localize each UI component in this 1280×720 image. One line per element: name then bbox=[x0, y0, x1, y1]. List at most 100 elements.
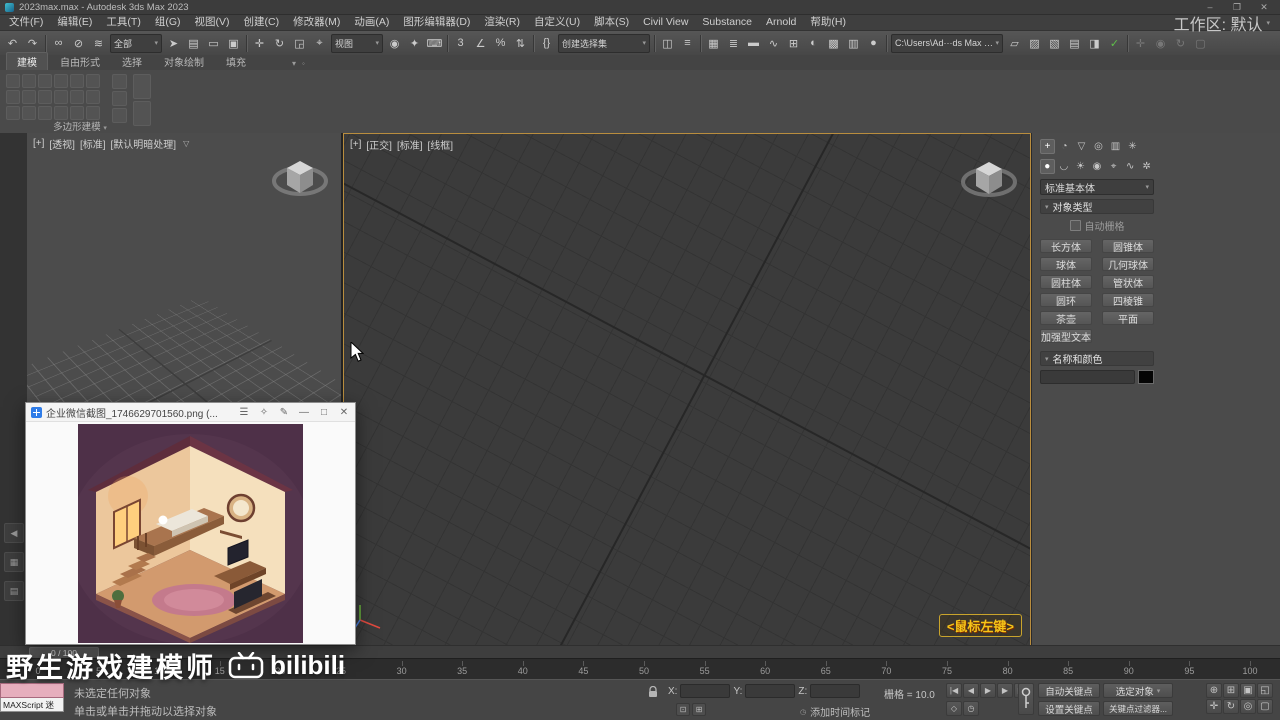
close-icon[interactable]: ✕ bbox=[338, 407, 350, 418]
tube-button[interactable]: 管状体 bbox=[1102, 275, 1154, 290]
layer-explorer-icon[interactable]: ▤ bbox=[1065, 34, 1084, 53]
named-selection-sets-dropdown[interactable]: 创建选择集 ▾ bbox=[558, 33, 650, 53]
mirror-icon[interactable]: ◫ bbox=[658, 34, 677, 53]
curve-editor-icon[interactable]: ∿ bbox=[764, 34, 783, 53]
autogrid-row[interactable]: 自动栅格 bbox=[1040, 218, 1154, 233]
motion-tab-icon[interactable]: ◎ bbox=[1091, 139, 1106, 154]
viewport-filter-icon[interactable]: ▽ bbox=[183, 139, 189, 148]
snapshot-icon[interactable]: ◨ bbox=[1085, 34, 1104, 53]
undo-icon[interactable]: ↶ bbox=[3, 34, 22, 53]
absolute-mode-toggle-icon[interactable]: ⊡ bbox=[676, 703, 690, 716]
ribbon-tab-modeling[interactable]: 建模 bbox=[6, 52, 48, 70]
menu-views[interactable]: 视图(V) bbox=[188, 15, 237, 30]
plane-button[interactable]: 平面 bbox=[1102, 311, 1154, 326]
asset-tracking-icon[interactable]: ▨ bbox=[1025, 34, 1044, 53]
x-coordinate-field[interactable] bbox=[680, 684, 731, 698]
object-type-rollout-header[interactable]: ▾ 对象类型 bbox=[1040, 199, 1154, 214]
key-filters-button[interactable]: 关键点过滤器... bbox=[1103, 701, 1173, 716]
zoom-icon[interactable]: ⊕ bbox=[1206, 683, 1222, 698]
menu-civil-view[interactable]: Civil View bbox=[636, 15, 695, 30]
select-and-rotate-icon[interactable]: ↻ bbox=[270, 34, 289, 53]
primitive-category-dropdown[interactable]: 标准基本体 ▾ bbox=[1040, 179, 1154, 195]
menu-substance[interactable]: Substance bbox=[695, 15, 759, 30]
cameras-category-icon[interactable]: ◉ bbox=[1090, 159, 1105, 174]
snaps-toggle-icon[interactable]: 3 bbox=[451, 34, 470, 53]
selected-filter-dropdown[interactable]: 选定对象 ▾ bbox=[1103, 683, 1173, 698]
left-viewport-general-menu[interactable]: [+] bbox=[33, 138, 44, 149]
maximize-icon[interactable]: □ bbox=[318, 407, 330, 418]
y-coordinate-field[interactable] bbox=[745, 684, 796, 698]
time-configuration-icon[interactable]: ◷ bbox=[963, 701, 979, 716]
viewport-tabs-arrow-icon[interactable]: ◀ bbox=[4, 523, 24, 543]
menu-arnold[interactable]: Arnold bbox=[759, 15, 803, 30]
minimize-icon[interactable]: — bbox=[298, 407, 310, 418]
ribbon-config-icon[interactable]: ◦ bbox=[302, 59, 305, 68]
main-viewport-general-menu[interactable]: [+] bbox=[350, 139, 361, 150]
select-object-icon[interactable]: ➤ bbox=[164, 34, 183, 53]
orthographic-viewport[interactable]: [+] [正交] [标准] [线框] <鼠标左键> bbox=[343, 133, 1031, 646]
ribbon-tab-object-paint[interactable]: 对象绘制 bbox=[154, 53, 214, 70]
systems-category-icon[interactable]: ✲ bbox=[1139, 159, 1154, 174]
menu-edit[interactable]: 编辑(E) bbox=[50, 15, 99, 30]
rendered-frame-window-icon[interactable]: ▥ bbox=[844, 34, 863, 53]
select-and-scale-icon[interactable]: ◲ bbox=[290, 34, 309, 53]
select-and-link-icon[interactable]: ∞ bbox=[49, 34, 68, 53]
zoom-extents-icon[interactable]: ▣ bbox=[1240, 683, 1256, 698]
maximize-viewport-toggle-icon[interactable]: ▢ bbox=[1257, 699, 1273, 714]
offset-mode-toggle-icon[interactable]: ⊞ bbox=[692, 703, 706, 716]
selection-lock-toggle[interactable] bbox=[645, 685, 661, 699]
color-swatch[interactable] bbox=[1138, 370, 1154, 384]
open-project-folder-icon[interactable]: ▱ bbox=[1005, 34, 1024, 53]
key-mode-toggle-icon[interactable]: ◇ bbox=[946, 701, 962, 716]
edit-icon[interactable]: ✎ bbox=[278, 407, 290, 418]
pan-view-icon[interactable]: ✛ bbox=[1206, 699, 1222, 714]
main-viewport-shading-menu[interactable]: [线框] bbox=[428, 137, 454, 152]
zoom-all-icon[interactable]: ⊞ bbox=[1223, 683, 1239, 698]
window-crossing-toggle-icon[interactable]: ▣ bbox=[224, 34, 243, 53]
menu-tools[interactable]: 工具(T) bbox=[99, 15, 147, 30]
ribbon-tab-freeform[interactable]: 自由形式 bbox=[50, 53, 110, 70]
image-viewer-titlebar[interactable]: 企业微信截图_1746629701560.png (... ☰ ✧ ✎ — □ ✕ bbox=[26, 403, 355, 422]
menu-scripting[interactable]: 脚本(S) bbox=[587, 15, 636, 30]
set-keys-button[interactable] bbox=[1018, 683, 1034, 715]
menu-help[interactable]: 帮助(H) bbox=[803, 15, 853, 30]
unlink-selection-icon[interactable]: ⊘ bbox=[69, 34, 88, 53]
percent-snap-icon[interactable]: % bbox=[491, 34, 510, 53]
main-viewport-quality-menu[interactable]: [标准] bbox=[397, 137, 423, 152]
menu-rendering[interactable]: 渲染(R) bbox=[477, 15, 527, 30]
ribbon-tab-populate[interactable]: 填充 bbox=[216, 53, 256, 70]
select-by-name-icon[interactable]: ▤ bbox=[184, 34, 203, 53]
status-check-icon[interactable]: ✓ bbox=[1105, 34, 1124, 53]
edit-named-selection-sets-icon[interactable]: {} bbox=[537, 34, 556, 53]
lights-category-icon[interactable]: ☀ bbox=[1073, 159, 1088, 174]
main-viewport-pov-menu[interactable]: [正交] bbox=[366, 137, 392, 152]
zoom-extents-all-icon[interactable]: ◱ bbox=[1257, 683, 1273, 698]
helpers-category-icon[interactable]: ⌖ bbox=[1106, 159, 1121, 174]
render-production-icon[interactable]: ● bbox=[864, 34, 883, 53]
selection-filter-dropdown[interactable]: 全部 ▾ bbox=[110, 33, 162, 53]
textplus-button[interactable]: 加强型文本 bbox=[1040, 329, 1092, 344]
redo-icon[interactable]: ↷ bbox=[23, 34, 42, 53]
left-viewport-pov-menu[interactable]: [透视] bbox=[49, 136, 75, 151]
geosphere-button[interactable]: 几何球体 bbox=[1102, 257, 1154, 272]
project-folder-dropdown[interactable]: C:\Users\Ad···ds Max 2023 ▾ bbox=[891, 33, 1003, 53]
shapes-category-icon[interactable]: ◡ bbox=[1057, 159, 1072, 174]
cone-button[interactable]: 圆锥体 bbox=[1102, 239, 1154, 254]
autogrid-checkbox[interactable] bbox=[1069, 220, 1081, 231]
material-editor-icon[interactable]: ◐ bbox=[804, 34, 823, 53]
menu-customize[interactable]: 自定义(U) bbox=[527, 15, 587, 30]
use-pivot-center-icon[interactable]: ◉ bbox=[385, 34, 404, 53]
menu-group[interactable]: 组(G) bbox=[148, 15, 188, 30]
torus-button[interactable]: 圆环 bbox=[1040, 293, 1092, 308]
bind-to-space-warp-icon[interactable]: ≋ bbox=[89, 34, 108, 53]
viewcube-icon[interactable] bbox=[960, 154, 1018, 211]
play-animation-button[interactable]: ▶ bbox=[980, 683, 996, 698]
select-and-move-icon[interactable]: ✛ bbox=[250, 34, 269, 53]
space-warps-category-icon[interactable]: ∿ bbox=[1123, 159, 1138, 174]
object-name-input[interactable] bbox=[1040, 370, 1135, 384]
go-to-start-button[interactable]: |◀ bbox=[946, 683, 962, 698]
modify-tab-icon[interactable]: ◔ bbox=[1057, 139, 1072, 154]
select-and-place-icon[interactable]: ⌖ bbox=[310, 34, 329, 53]
pin-icon[interactable]: ✧ bbox=[258, 407, 270, 418]
reference-coordinate-dropdown[interactable]: 视图 ▾ bbox=[331, 33, 383, 53]
